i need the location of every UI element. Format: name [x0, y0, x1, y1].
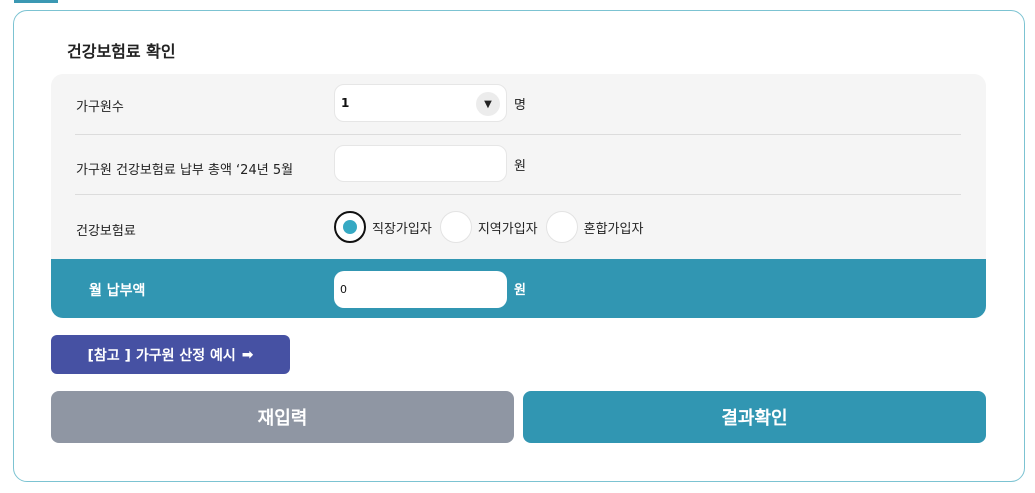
radio-regional[interactable]	[439, 211, 472, 243]
monthly-payment-label: 월 납부액	[89, 283, 146, 299]
insurance-type-radio-group: 직장가입자 지역가입자 혼합가입자	[334, 211, 651, 243]
household-unit: 명	[514, 98, 526, 113]
total-premium-unit: 원	[514, 159, 526, 174]
result-button[interactable]: 결과확인	[523, 391, 986, 443]
form-panel: 가구원수 1 ▼ 명 가구원 건강보험료 납부 총액 ‘24년 5월 원 건강보…	[51, 74, 986, 318]
row-divider	[75, 194, 961, 195]
household-label: 가구원수	[76, 100, 124, 115]
page-title: 건강보험료 확인	[67, 42, 176, 61]
radio-mixed-label[interactable]: 혼합가입자	[584, 218, 644, 237]
row-divider	[75, 134, 961, 135]
chevron-down-icon[interactable]: ▼	[476, 92, 500, 116]
household-selected-value: 1	[341, 96, 350, 110]
result-button-label: 결과확인	[721, 408, 788, 429]
radio-employee[interactable]	[334, 211, 366, 243]
monthly-payment-input[interactable]: 0	[334, 271, 507, 308]
radio-employee-label[interactable]: 직장가입자	[372, 218, 432, 237]
total-premium-label: 가구원 건강보험료 납부 총액 ‘24년 5월	[76, 163, 294, 178]
monthly-payment-unit: 원	[514, 283, 526, 298]
household-select[interactable]: 1 ▼	[334, 84, 507, 122]
insurance-type-label: 건강보험료	[76, 224, 136, 239]
total-premium-input[interactable]	[334, 145, 507, 182]
monthly-payment-row: 월 납부액 0 원	[51, 259, 986, 318]
top-tab-indicator	[14, 0, 58, 3]
reset-button[interactable]: 재입력	[51, 391, 514, 443]
radio-regional-label[interactable]: 지역가입자	[478, 218, 538, 237]
reference-example-button[interactable]: [참고 ] 가구원 산정 예시 ➡	[51, 335, 290, 374]
monthly-payment-value: 0	[340, 283, 347, 296]
arrow-right-icon: ➡	[241, 346, 254, 363]
reference-button-label: [참고 ] 가구원 산정 예시	[87, 347, 236, 364]
radio-mixed[interactable]	[545, 211, 578, 243]
reset-button-label: 재입력	[257, 408, 308, 429]
